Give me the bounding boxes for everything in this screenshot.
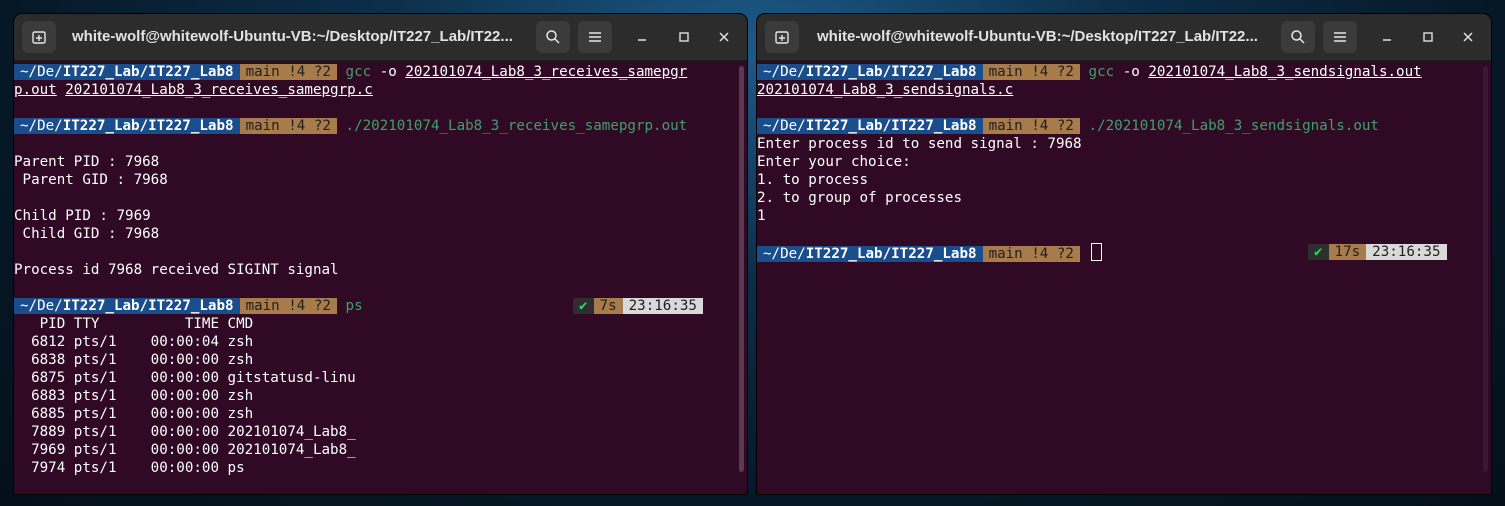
command-arg: 202101074_Lab8_3_sendsignals.out (1148, 64, 1422, 80)
right-prompt: ✔ 7s 23:16:35 (573, 297, 703, 315)
success-check-icon: ✔ (1308, 244, 1329, 260)
success-check-icon: ✔ (573, 298, 594, 314)
command-flag: -o (1114, 64, 1149, 80)
ps-header: PID TTY TIME CMD (14, 316, 254, 332)
prompt-dir: ~/De/IT227_Lab/IT227_Lab8 (14, 64, 240, 80)
prompt-line: ~/De/IT227_Lab/IT227_Lab8 main !4 ?2 ./20… (757, 117, 1491, 135)
command-name: ps (345, 298, 363, 314)
prompt-dir: ~/De/IT227_Lab/IT227_Lab8 (757, 246, 983, 262)
prompt-git-status: main !4 ?2 (239, 64, 337, 80)
command-name: gcc (1088, 64, 1115, 80)
prompt-git-status: main !4 ?2 (239, 298, 337, 314)
output-line: Child PID : 7969 (14, 208, 151, 224)
output-line: 1. to process (757, 172, 869, 188)
window-title: white-wolf@whitewolf-Ubuntu-VB:~/Desktop… (72, 28, 513, 45)
command-name: gcc (345, 64, 372, 80)
close-icon[interactable] (712, 25, 736, 49)
table-row: 6885 pts/1 00:00:00 zsh (14, 406, 254, 422)
prompt-time: 23:16:35 (622, 298, 703, 314)
terminal-output[interactable]: ~/De/IT227_Lab/IT227_Lab8 main !4 ?2 gcc … (757, 61, 1491, 494)
table-row: 6812 pts/1 00:00:04 zsh (14, 334, 254, 350)
command-duration: 17s (1328, 244, 1367, 260)
prompt-git-status: main !4 ?2 (982, 64, 1080, 80)
command-name: ./202101074_Lab8_3_sendsignals.out (1088, 118, 1379, 134)
prompt-line: ~/De/IT227_Lab/IT227_Lab8 main !4 ?2 ./20… (14, 117, 747, 135)
output-line: Process id 7968 received SIGINT signal (14, 262, 339, 278)
output-line: Parent PID : 7968 (14, 154, 160, 170)
command-duration: 7s (593, 298, 623, 314)
text-cursor (1090, 243, 1102, 261)
output-line: Parent GID : 7968 (14, 172, 168, 188)
prompt-dir: ~/De/IT227_Lab/IT227_Lab8 (757, 118, 983, 134)
output-line: Child GID : 7968 (14, 226, 160, 242)
scrollbar[interactable] (1483, 66, 1488, 472)
title-bar[interactable]: white-wolf@whitewolf-Ubuntu-VB:~/Desktop… (14, 14, 747, 61)
table-row: 6875 pts/1 00:00:00 gitstatusd-linu (14, 370, 356, 386)
minimize-icon[interactable] (630, 25, 654, 49)
hamburger-menu-icon[interactable] (1323, 21, 1357, 53)
minimize-icon[interactable] (1375, 25, 1399, 49)
command-continuation: 202101074_Lab8_3_sendsignals.c (757, 81, 1491, 99)
window-title: white-wolf@whitewolf-Ubuntu-VB:~/Desktop… (817, 28, 1258, 45)
command-flag: -o (371, 64, 406, 80)
prompt-line: ~/De/IT227_Lab/IT227_Lab8 main !4 ?2 ✔ 17s… (757, 243, 1491, 262)
command-name: ./202101074_Lab8_3_receives_samepgrp.out (345, 118, 688, 134)
terminal-output[interactable]: ~/De/IT227_Lab/IT227_Lab8 main !4 ?2 gcc … (14, 61, 747, 494)
new-tab-icon[interactable] (765, 21, 799, 53)
command-continuation: p.out 202101074_Lab8_3_receives_samepgrp… (14, 81, 747, 99)
search-icon[interactable] (1281, 21, 1315, 53)
output-line: Enter your choice: (757, 154, 911, 170)
output-line: 2. to group of processes (757, 190, 962, 206)
prompt-line: ~/De/IT227_Lab/IT227_Lab8 main !4 ?2 ps ✔… (14, 297, 747, 315)
prompt-dir: ~/De/IT227_Lab/IT227_Lab8 (14, 118, 240, 134)
search-icon[interactable] (536, 21, 570, 53)
prompt-git-status: main !4 ?2 (982, 118, 1080, 134)
new-tab-icon[interactable] (22, 21, 56, 53)
hamburger-menu-icon[interactable] (578, 21, 612, 53)
maximize-icon[interactable] (672, 25, 696, 49)
command-arg: 202101074_Lab8_3_sendsignals.c (757, 82, 1014, 98)
prompt-time: 23:16:35 (1366, 244, 1447, 260)
prompt-git-status: main !4 ?2 (239, 118, 337, 134)
table-row: 6883 pts/1 00:00:00 zsh (14, 388, 254, 404)
maximize-icon[interactable] (1416, 25, 1440, 49)
right-prompt: ✔ 17s 23:16:35 (1308, 243, 1447, 261)
table-row: 6838 pts/1 00:00:00 zsh (14, 352, 254, 368)
table-row: 7974 pts/1 00:00:00 ps (14, 460, 245, 476)
command-arg: 202101074_Lab8_3_receives_samepgr (405, 64, 688, 80)
scrollbar[interactable] (739, 66, 744, 472)
prompt-line: ~/De/IT227_Lab/IT227_Lab8 main !4 ?2 gcc … (757, 63, 1491, 81)
table-row: 7889 pts/1 00:00:00 202101074_Lab8_ (14, 424, 356, 440)
title-bar[interactable]: white-wolf@whitewolf-Ubuntu-VB:~/Desktop… (757, 14, 1491, 61)
prompt-dir: ~/De/IT227_Lab/IT227_Lab8 (757, 64, 983, 80)
terminal-window-right[interactable]: white-wolf@whitewolf-Ubuntu-VB:~/Desktop… (757, 14, 1491, 494)
prompt-dir: ~/De/IT227_Lab/IT227_Lab8 (14, 298, 240, 314)
close-icon[interactable] (1456, 25, 1480, 49)
table-row: 7969 pts/1 00:00:00 202101074_Lab8_ (14, 442, 356, 458)
prompt-git-status: main !4 ?2 (982, 246, 1080, 262)
terminal-window-left[interactable]: white-wolf@whitewolf-Ubuntu-VB:~/Desktop… (14, 14, 747, 494)
command-arg: 202101074_Lab8_3_receives_samepgrp.c (65, 82, 373, 98)
command-arg: p.out (14, 82, 57, 98)
prompt-line: ~/De/IT227_Lab/IT227_Lab8 main !4 ?2 gcc … (14, 63, 747, 81)
output-line: Enter process id to send signal : 7968 (757, 136, 1082, 152)
output-line: 1 (757, 208, 766, 224)
